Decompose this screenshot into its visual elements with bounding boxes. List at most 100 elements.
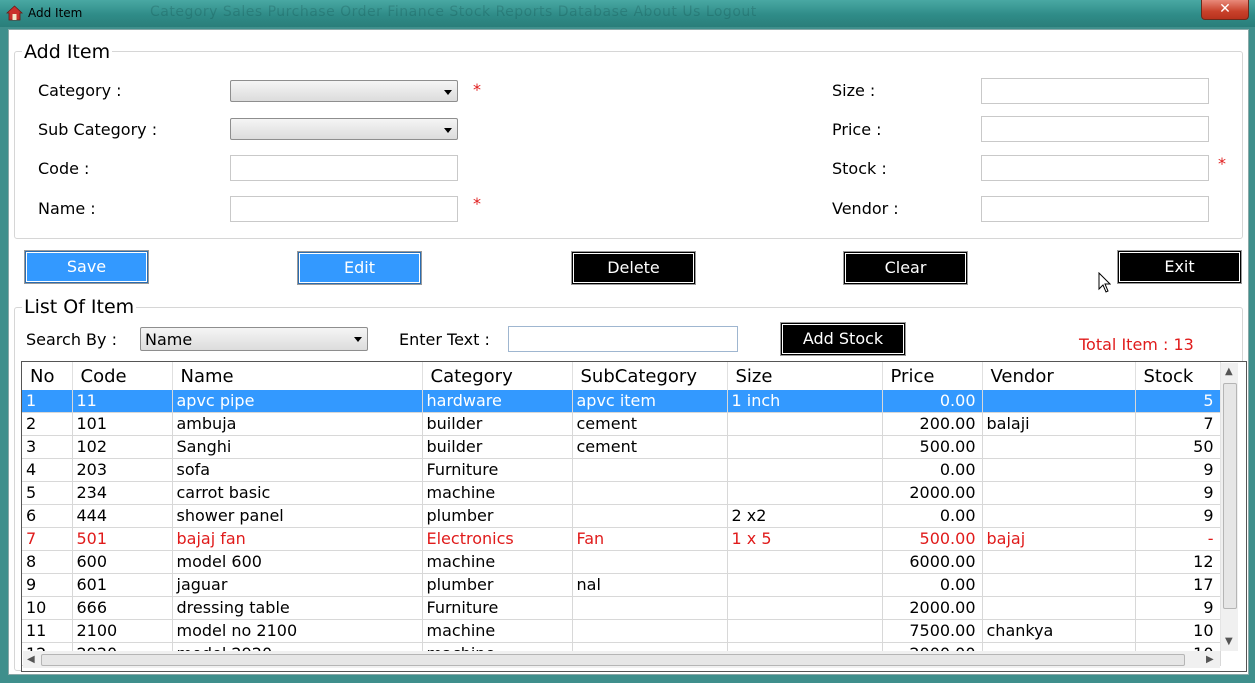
column-header[interactable]: Size [727,362,883,390]
table-cell: 101 [72,412,173,436]
table-cell: 7 [1135,412,1221,436]
column-header[interactable]: Category [422,362,573,390]
horizontal-scroll-thumb[interactable] [41,654,1185,666]
table-cell [727,435,883,459]
table-row[interactable]: 11 2100 model no 2100 machine 7500.00 chankya… [22,619,1221,643]
size-field[interactable] [981,78,1209,104]
vendor-field[interactable] [981,196,1209,222]
table-cell: plumber [422,504,573,528]
table-cell: Fan [572,527,728,551]
table-cell: 2000.00 [882,481,983,505]
table-cell: 600 [72,550,173,574]
search-text-field[interactable] [508,326,738,352]
table-row[interactable]: 9 601 jaguar plumber nal 0.00 17 [22,573,1221,597]
table-cell: builder [422,412,573,436]
table-cell [982,573,1136,597]
scroll-left-icon[interactable]: ◀ [27,654,35,665]
table-cell: 501 [72,527,173,551]
sub-category-label: Sub Category : [38,120,158,139]
scroll-down-icon[interactable]: ▼ [1225,636,1233,647]
table-cell: 8 [22,550,73,574]
table-cell [572,458,728,482]
edit-button[interactable]: Edit [298,252,421,284]
column-header[interactable]: Code [72,362,173,390]
search-by-label: Search By : [26,330,117,349]
category-select[interactable] [230,80,458,102]
delete-button[interactable]: Delete [572,252,695,284]
save-button[interactable]: Save [25,251,148,283]
table-cell: Furniture [422,596,573,620]
scroll-right-icon[interactable]: ▶ [1206,654,1214,665]
table-cell [727,573,883,597]
code-field[interactable] [230,155,458,181]
name-required-marker: * [473,194,481,213]
chevron-down-icon [444,90,452,95]
table-cell [727,458,883,482]
table-cell: Electronics [422,527,573,551]
table-cell [572,619,728,643]
column-header[interactable]: Vendor [982,362,1136,390]
table-cell: 102 [72,435,173,459]
table-cell [727,481,883,505]
table-cell: 9 [22,573,73,597]
vertical-scroll-thumb[interactable] [1223,383,1237,609]
scroll-up-icon[interactable]: ▲ [1225,366,1233,377]
table-cell: ambuja [172,412,423,436]
table-cell: 444 [72,504,173,528]
add-item-heading: Add Item [22,41,113,63]
table-cell: carrot basic [172,481,423,505]
category-label: Category : [38,81,122,100]
add-stock-button[interactable]: Add Stock [781,323,905,355]
horizontal-scrollbar[interactable]: ◀ ▶ [23,651,1220,668]
table-row[interactable]: 6 444 shower panel plumber 2 x2 0.00 9 [22,504,1221,528]
table-cell: machine [422,550,573,574]
table-cell: bajaj [982,527,1136,551]
column-header[interactable]: Stock [1135,362,1221,390]
table-cell [727,550,883,574]
table-cell: cement [572,435,728,459]
table-row[interactable]: 1 11 apvc pipe hardware apvc item 1 inch 0.00 5 [22,390,1221,413]
vertical-scrollbar[interactable]: ▲ ▼ [1220,363,1238,651]
table-cell [982,435,1136,459]
column-header[interactable]: SubCategory [572,362,728,390]
table-row[interactable]: 4 203 sofa Furniture 0.00 9 [22,458,1221,482]
stock-field[interactable] [981,155,1209,181]
column-header[interactable]: No [22,362,73,390]
table-row[interactable]: 10 666 dressing table Furniture 2000.00 9 [22,596,1221,620]
table-cell: machine [422,481,573,505]
table-cell: apvc item [572,390,728,413]
table-cell: 666 [72,596,173,620]
table-cell [982,504,1136,528]
table-cell: 10 [22,596,73,620]
table-row[interactable]: 8 600 model 600 machine 6000.00 12 [22,550,1221,574]
table-row[interactable]: 2 101 ambuja builder cement 200.00 balaji 7 [22,412,1221,436]
table-cell: 1 x 5 [727,527,883,551]
sub-category-select[interactable] [230,118,458,140]
table-row[interactable]: 5 234 carrot basic machine 2000.00 9 [22,481,1221,505]
table-row[interactable]: 3 102 Sanghi builder cement 500.00 50 [22,435,1221,459]
exit-button[interactable]: Exit [1118,251,1241,283]
table-cell: 4 [22,458,73,482]
table-cell: 234 [72,481,173,505]
table-cell: shower panel [172,504,423,528]
vendor-label: Vendor : [832,199,899,218]
table-cell: 2 x2 [727,504,883,528]
table-cell: 9 [1135,596,1221,620]
table-cell [982,596,1136,620]
search-by-select[interactable]: Name [140,327,368,351]
column-header[interactable]: Name [172,362,423,390]
table-cell [982,550,1136,574]
close-button[interactable]: ✕ [1201,0,1249,20]
item-grid[interactable]: No Code Name Category SubCategory Size Price Ve… [21,361,1247,672]
price-field[interactable] [981,116,1209,142]
table-row[interactable]: 7 501 bajaj fan Electronics Fan 1 x 5 500.00 ba… [22,527,1221,551]
table-cell: 50 [1135,435,1221,459]
table-cell: 7500.00 [882,619,983,643]
table-cell: cement [572,412,728,436]
table-cell: 9 [1135,504,1221,528]
table-cell: Sanghi [172,435,423,459]
table-cell: 12 [1135,550,1221,574]
clear-button[interactable]: Clear [844,252,967,284]
column-header[interactable]: Price [882,362,983,390]
name-field[interactable] [230,196,458,222]
